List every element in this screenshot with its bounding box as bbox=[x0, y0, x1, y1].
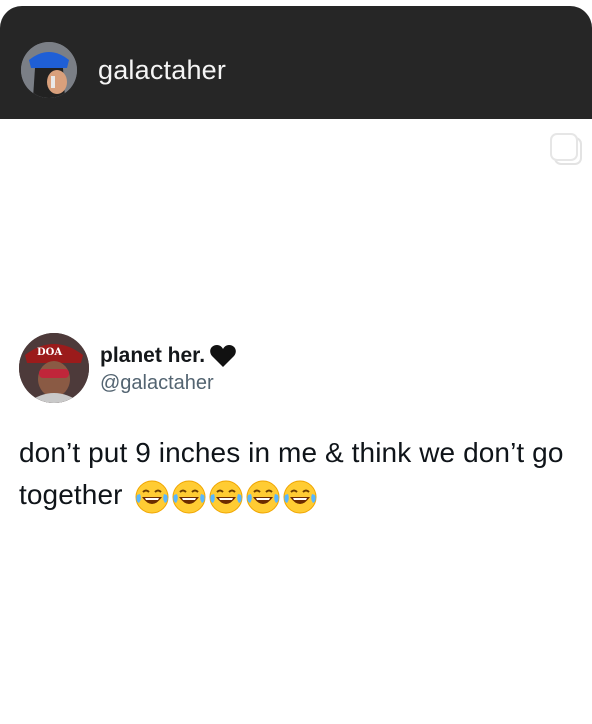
face-with-tears-of-joy-icon bbox=[245, 479, 281, 515]
story-header: galactaher bbox=[0, 0, 592, 119]
tweet-avatar[interactable]: DOA bbox=[19, 333, 89, 403]
tweet-display-name[interactable]: planet her. bbox=[100, 344, 205, 368]
profile-photo-icon[interactable] bbox=[21, 42, 77, 98]
tweet-text-block: don’t put 9 inches in me & think we don’… bbox=[19, 432, 579, 516]
face-with-tears-of-joy-icon bbox=[282, 479, 318, 515]
black-heart-icon bbox=[209, 343, 237, 369]
emoji-row bbox=[134, 479, 318, 515]
face-with-tears-of-joy-icon bbox=[171, 479, 207, 515]
story-header-bar: galactaher bbox=[0, 6, 592, 119]
story-username[interactable]: galactaher bbox=[98, 50, 226, 90]
face-with-tears-of-joy-icon bbox=[134, 479, 170, 515]
tweet-display-name-row: planet her. bbox=[100, 343, 237, 369]
svg-text:DOA: DOA bbox=[37, 347, 62, 358]
face-with-tears-of-joy-icon bbox=[208, 479, 244, 515]
tweet-handle[interactable]: @galactaher bbox=[100, 370, 214, 396]
copy-icon[interactable] bbox=[545, 132, 589, 172]
